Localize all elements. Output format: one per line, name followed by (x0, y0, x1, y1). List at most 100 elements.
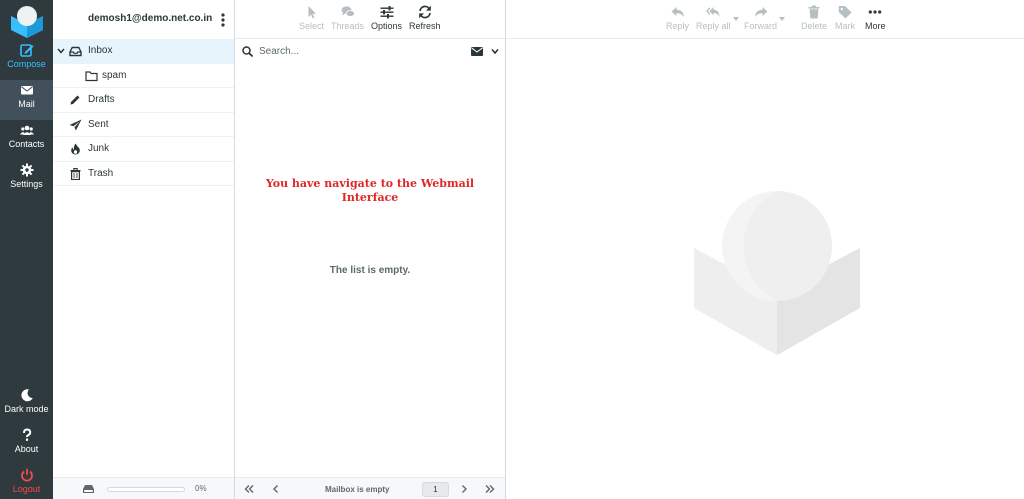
account-email: demosh1@demo.net.co.in (88, 13, 213, 24)
folder-item-junk[interactable]: Junk (53, 137, 234, 162)
folder-panel: demosh1@demo.net.co.in Inbox spam Drafts… (53, 0, 235, 499)
ellipsis-icon (868, 10, 882, 14)
about-label: About (14, 444, 39, 454)
users-icon (19, 125, 34, 135)
folder-list: Inbox spam Drafts Sent Junk Trash (53, 39, 234, 186)
dark-mode-button[interactable]: Dark mode (0, 385, 53, 425)
delete-label: Delete (801, 21, 828, 31)
folder-item-spam[interactable]: spam (53, 64, 234, 88)
compose-icon (19, 44, 33, 57)
sliders-icon (380, 6, 394, 19)
folder-icon (85, 70, 98, 81)
page-number-input[interactable]: 1 (422, 482, 449, 497)
dark-mode-label: Dark mode (4, 404, 49, 414)
settings-label: Settings (10, 179, 43, 189)
prev-page-icon[interactable] (271, 484, 281, 494)
reply-button[interactable]: Reply (666, 5, 689, 31)
refresh-icon (418, 5, 431, 19)
contacts-label: Contacts (8, 139, 45, 149)
question-icon (22, 428, 31, 441)
threads-label: Threads (331, 21, 365, 31)
quota-bar (107, 487, 185, 492)
contacts-button[interactable]: Contacts (0, 120, 53, 160)
folder-label-drafts: Drafts (88, 94, 115, 105)
quota-percent: 0% (195, 484, 207, 493)
about-button[interactable]: About (0, 425, 53, 465)
refresh-button[interactable]: Refresh (409, 5, 441, 31)
mail-label: Mail (18, 99, 35, 109)
roundcube-logo-icon[interactable] (8, 4, 46, 38)
envelope-icon (20, 86, 33, 95)
logout-label: Logout (12, 484, 41, 494)
compose-label: Compose (7, 59, 46, 69)
chevron-down-icon[interactable] (57, 47, 65, 55)
message-toolbar: Reply Reply all Forward Delete Mark More (506, 0, 1024, 39)
forward-icon (754, 7, 767, 17)
paper-plane-icon (69, 119, 82, 130)
reply-all-label: Reply all (696, 21, 731, 31)
folder-label-spam: spam (102, 69, 127, 81)
mark-button[interactable]: Mark (835, 5, 855, 31)
tag-icon (838, 6, 852, 19)
cursor-icon (308, 6, 316, 19)
next-page-icon[interactable] (459, 484, 469, 494)
folder-item-sent[interactable]: Sent (53, 113, 234, 137)
reply-label: Reply (666, 21, 690, 31)
select-label: Select (299, 21, 325, 31)
options-label: Options (371, 21, 403, 31)
folder-label-junk: Junk (88, 143, 110, 154)
more-label: More (865, 21, 886, 31)
power-icon (20, 468, 33, 482)
envelope-filter-icon[interactable] (471, 47, 483, 56)
search-icon[interactable] (242, 46, 253, 57)
fire-icon (71, 143, 80, 155)
folder-header: demosh1@demo.net.co.in (53, 0, 234, 39)
settings-button[interactable]: Settings (0, 160, 53, 200)
quota-footer: 0% (53, 477, 234, 499)
reply-all-caret-icon[interactable] (733, 17, 739, 21)
refresh-label: Refresh (409, 21, 441, 31)
mailbox-status: Mailbox is empty (325, 485, 390, 494)
search-input[interactable] (259, 43, 459, 60)
trash-icon (70, 167, 81, 180)
gear-icon (20, 163, 33, 177)
nav-rail: Compose Mail Contacts Settings Dark mode… (0, 0, 53, 499)
select-button[interactable]: Select (299, 5, 324, 31)
reply-all-icon (706, 7, 720, 17)
webmail-notice: You have navigate to the Webmail Interfa… (265, 177, 475, 204)
more-button[interactable]: More (865, 5, 886, 31)
pencil-icon (70, 95, 80, 105)
search-bar (235, 40, 505, 63)
moon-icon (20, 389, 33, 402)
delete-button[interactable]: Delete (801, 5, 827, 31)
list-toolbar: Select Threads Options Refresh (235, 0, 505, 39)
list-footer: Mailbox is empty 1 (235, 477, 505, 499)
options-button[interactable]: Options (371, 5, 402, 31)
kebab-menu-icon[interactable] (220, 12, 226, 28)
mark-label: Mark (835, 21, 855, 31)
folder-item-trash[interactable]: Trash (53, 162, 234, 186)
folder-label-sent: Sent (88, 118, 109, 130)
forward-button[interactable]: Forward (744, 5, 777, 31)
last-page-icon[interactable] (485, 484, 495, 494)
trash-icon (808, 5, 820, 19)
chevron-down-icon[interactable] (491, 48, 499, 55)
roundcube-watermark-icon (694, 191, 860, 355)
compose-button[interactable]: Compose (0, 40, 53, 80)
folder-label-trash: Trash (88, 167, 114, 179)
folder-label-inbox: Inbox (88, 45, 113, 56)
threads-button[interactable]: Threads (331, 5, 364, 31)
preview-panel: Reply Reply all Forward Delete Mark More (506, 0, 1024, 499)
forward-caret-icon[interactable] (779, 17, 785, 21)
first-page-icon[interactable] (244, 484, 254, 494)
logout-button[interactable]: Logout (0, 465, 53, 499)
hard-drive-icon (83, 485, 94, 493)
folder-item-inbox[interactable]: Inbox (53, 39, 234, 64)
reply-all-button[interactable]: Reply all (696, 5, 731, 31)
mail-button[interactable]: Mail (0, 80, 53, 120)
empty-list-message: The list is empty. (329, 265, 411, 276)
folder-item-drafts[interactable]: Drafts (53, 88, 234, 113)
inbox-icon (69, 46, 82, 57)
reply-icon (671, 7, 684, 17)
message-list-panel: Select Threads Options Refresh Search...… (235, 0, 506, 499)
